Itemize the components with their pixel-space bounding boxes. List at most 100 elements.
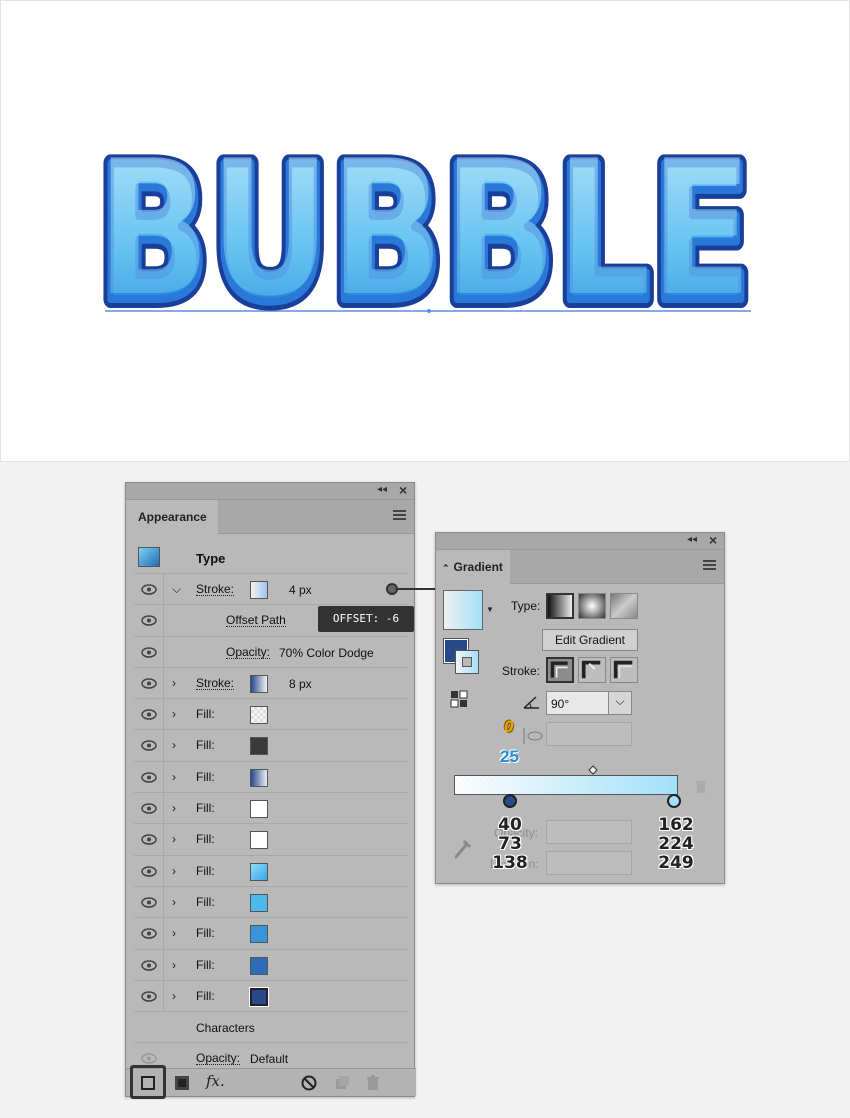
list-item[interactable]: › Fill: xyxy=(134,824,408,856)
collapse-icon[interactable]: ◂◂ xyxy=(377,484,387,495)
fill-label[interactable]: Fill: xyxy=(196,802,215,814)
clear-appearance-icon[interactable] xyxy=(300,1074,318,1092)
fill-label[interactable]: Fill: xyxy=(196,927,215,939)
list-item[interactable]: › Fill: xyxy=(134,980,408,1013)
duplicate-item-icon[interactable] xyxy=(333,1074,351,1092)
chevron-right-icon[interactable]: › xyxy=(172,958,176,972)
fill-swatch[interactable] xyxy=(250,893,268,912)
panel-menu-icon[interactable] xyxy=(703,560,716,570)
visibility-eye-icon[interactable] xyxy=(134,949,164,980)
stroke-across-icon[interactable] xyxy=(610,657,638,683)
list-item[interactable]: › Fill: xyxy=(134,949,408,981)
visibility-eye-icon[interactable] xyxy=(134,574,164,605)
fill-swatch[interactable] xyxy=(250,768,268,787)
list-item[interactable]: › Fill: xyxy=(134,699,408,731)
fill-label[interactable]: Fill: xyxy=(196,990,215,1002)
visibility-eye-icon[interactable] xyxy=(134,636,164,667)
tab-gradient[interactable]: ⌃ Gradient xyxy=(436,550,510,584)
fill-label[interactable]: Fill: xyxy=(196,865,215,877)
close-icon[interactable]: × xyxy=(709,532,717,548)
chevron-down-icon[interactable]: ⌵ xyxy=(172,582,181,597)
list-item[interactable]: Opacity: 70% Color Dodge xyxy=(134,636,408,668)
list-item[interactable]: › Fill: xyxy=(134,761,408,794)
stroke-weight[interactable]: 8 px xyxy=(289,677,312,691)
fill-swatch[interactable] xyxy=(250,925,268,944)
collapse-icon[interactable]: ◂◂ xyxy=(687,534,697,545)
midpoint-diamond-icon[interactable] xyxy=(588,765,598,775)
gradient-preview-swatch[interactable] xyxy=(443,590,483,630)
fill-label[interactable]: Fill: xyxy=(196,833,215,845)
opacity-link[interactable]: Opacity: xyxy=(196,1052,241,1066)
visibility-eye-icon[interactable] xyxy=(134,761,164,793)
stroke-within-icon[interactable] xyxy=(546,657,574,683)
fill-label[interactable]: Fill: xyxy=(196,739,215,751)
visibility-eye-icon[interactable] xyxy=(134,793,164,824)
visibility-eye-icon[interactable] xyxy=(134,855,164,886)
fill-swatch[interactable] xyxy=(249,986,269,1007)
fill-label[interactable]: Fill: xyxy=(196,771,215,783)
chevron-right-icon[interactable]: › xyxy=(172,707,176,721)
chevron-right-icon[interactable]: › xyxy=(172,926,176,940)
tab-appearance[interactable]: Appearance xyxy=(126,500,218,534)
list-item[interactable]: › Fill: xyxy=(134,918,408,950)
chevron-right-icon[interactable]: › xyxy=(172,989,176,1003)
visibility-eye-icon[interactable] xyxy=(134,730,164,761)
add-new-stroke-icon[interactable] xyxy=(139,1074,157,1092)
visibility-eye-icon[interactable] xyxy=(134,886,164,918)
chevron-right-icon[interactable]: › xyxy=(172,801,176,815)
radial-gradient-button[interactable] xyxy=(578,593,606,619)
visibility-eye-icon[interactable] xyxy=(134,667,164,699)
chevron-right-icon[interactable]: › xyxy=(172,832,176,846)
chevron-right-icon[interactable]: › xyxy=(172,738,176,752)
fill-swatch[interactable] xyxy=(250,737,268,756)
chevron-right-icon[interactable]: › xyxy=(172,864,176,878)
angle-dropdown-chevron-icon[interactable]: ⌵ xyxy=(608,691,632,715)
visibility-eye-icon[interactable] xyxy=(134,605,164,636)
characters-row[interactable]: Characters xyxy=(134,1012,408,1044)
fill-label[interactable]: Fill: xyxy=(196,708,215,720)
add-effect-icon[interactable]: fx. xyxy=(206,1072,232,1090)
swap-reverse-icon[interactable] xyxy=(449,689,471,709)
fill-label[interactable]: Fill: xyxy=(196,959,215,971)
freeform-gradient-button[interactable] xyxy=(610,593,638,619)
visibility-eye-icon[interactable] xyxy=(134,699,164,730)
visibility-eye-icon[interactable] xyxy=(134,918,164,949)
fill-swatch[interactable] xyxy=(250,831,268,850)
linear-gradient-button[interactable] xyxy=(546,593,574,619)
opacity-link[interactable]: Opacity: xyxy=(226,646,271,659)
chevron-right-icon[interactable]: › xyxy=(172,676,176,690)
stroke-swatch[interactable] xyxy=(250,674,268,693)
visibility-eye-icon[interactable] xyxy=(134,980,164,1012)
stroke-label[interactable]: Stroke: xyxy=(196,677,235,690)
chevron-right-icon[interactable]: › xyxy=(172,770,176,784)
fill-swatch[interactable] xyxy=(250,706,268,725)
gradient-slider[interactable] xyxy=(454,775,678,795)
delete-stop-icon[interactable] xyxy=(694,779,708,795)
list-item[interactable]: › Stroke: 8 px xyxy=(134,667,408,700)
visibility-eye-icon[interactable] xyxy=(134,824,164,855)
list-item[interactable]: › Fill: xyxy=(134,855,408,887)
stroke-swatch[interactable] xyxy=(250,581,268,599)
gradient-stop-right[interactable] xyxy=(667,794,681,808)
list-item[interactable]: › Fill: xyxy=(134,886,408,919)
fill-label[interactable]: Fill: xyxy=(196,896,215,908)
edit-gradient-button[interactable]: Edit Gradient xyxy=(542,629,638,651)
stroke-weight[interactable]: 4 px xyxy=(289,583,312,597)
add-new-fill-icon[interactable] xyxy=(173,1074,191,1092)
trash-icon[interactable] xyxy=(364,1074,382,1092)
dropdown-arrow-icon[interactable]: ▼ xyxy=(486,605,494,614)
offset-path-link[interactable]: Offset Path xyxy=(226,614,286,628)
type-row[interactable]: Type xyxy=(134,541,408,574)
chevron-right-icon[interactable]: › xyxy=(172,895,176,909)
list-item[interactable]: › Fill: xyxy=(134,793,408,825)
fill-swatch[interactable] xyxy=(250,956,268,975)
stroke-label[interactable]: Stroke: xyxy=(196,583,235,596)
stroke-along-icon[interactable] xyxy=(578,657,606,683)
list-item[interactable]: › Fill: xyxy=(134,730,408,762)
fill-swatch[interactable] xyxy=(250,800,268,819)
panel-menu-icon[interactable] xyxy=(393,510,406,520)
gradient-stop-left[interactable] xyxy=(503,794,517,808)
stroke-indicator[interactable] xyxy=(455,650,479,674)
fill-swatch[interactable] xyxy=(250,862,268,881)
close-icon[interactable]: × xyxy=(399,482,407,498)
